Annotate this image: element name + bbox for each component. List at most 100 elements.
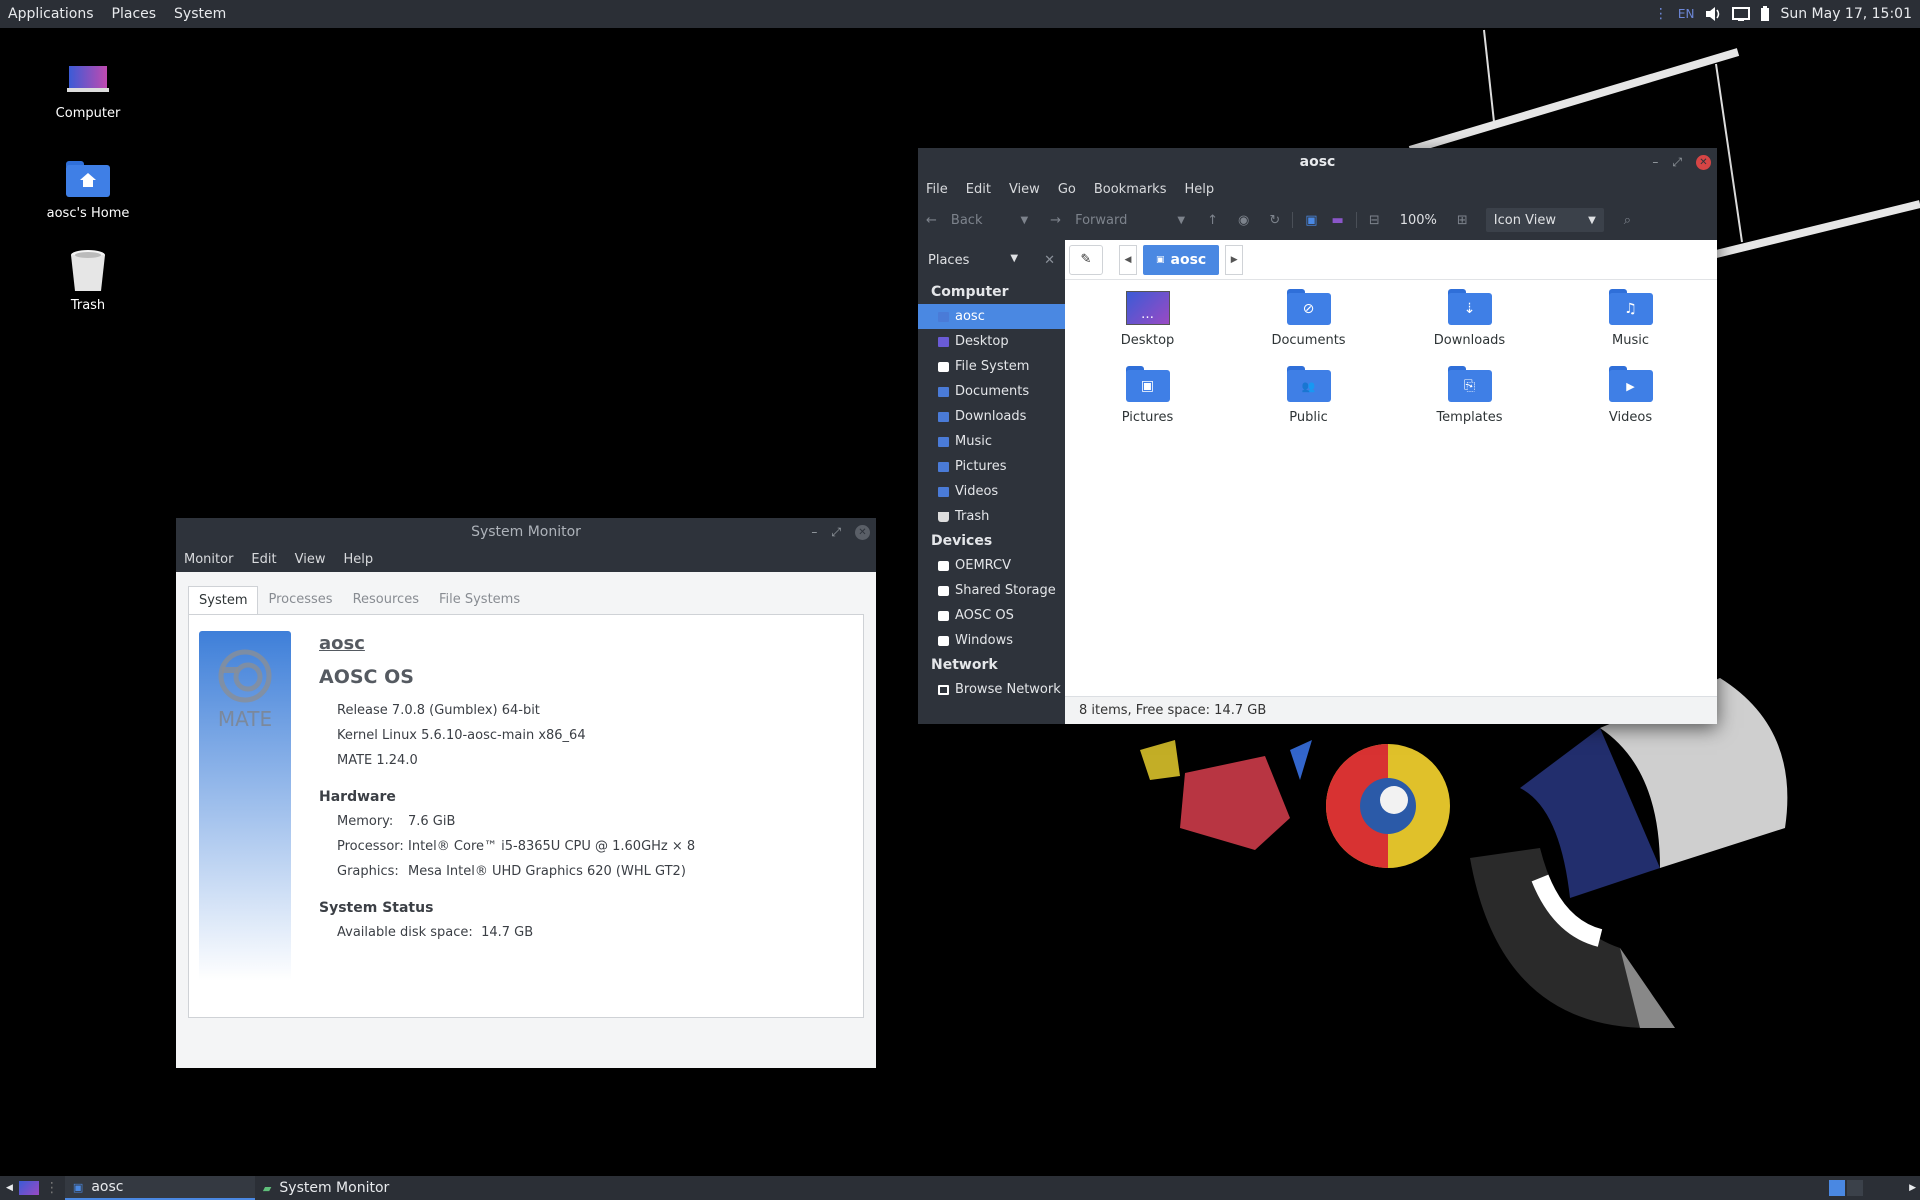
forward-history-chevron-icon[interactable]: ▼	[1177, 215, 1185, 226]
breadcrumb[interactable]: ▣ aosc	[1143, 244, 1220, 275]
taskbar-item-system-monitor[interactable]: ▰ System Monitor	[255, 1176, 445, 1200]
sidebar-item-aosc-os[interactable]: AOSC OS	[918, 603, 1065, 628]
file-manager-menubar: File Edit View Go Bookmarks Help	[918, 176, 1717, 202]
sidebar-item-downloads[interactable]: Downloads	[918, 404, 1065, 429]
sidebar-item-shared-storage[interactable]: Shared Storage	[918, 578, 1065, 603]
minimize-icon[interactable]: –	[811, 525, 817, 539]
system-monitor-icon: ▰	[262, 1181, 272, 1195]
sidebar-item-oemrcv[interactable]: OEMRCV	[918, 553, 1065, 578]
sidebar-item-label: File System	[955, 359, 1030, 374]
network-icon[interactable]	[1732, 6, 1751, 22]
menu-monitor[interactable]: Monitor	[184, 552, 233, 567]
zoom-out-icon[interactable]: ⊟	[1369, 213, 1380, 228]
file-manager-body: Places ▼ ✕ Computer aosc Desktop File Sy…	[918, 240, 1717, 724]
sidebar-item-music[interactable]: Music	[918, 429, 1065, 454]
computer-button-icon[interactable]: ▬	[1332, 213, 1344, 228]
sidebar-item-desktop[interactable]: Desktop	[918, 329, 1065, 354]
file-item-music[interactable]: ♫ Music	[1550, 285, 1711, 348]
sidebar-item-file-system[interactable]: File System	[918, 354, 1065, 379]
forward-button[interactable]: → Forward	[1050, 213, 1127, 228]
tab-system[interactable]: System	[188, 586, 259, 614]
maximize-icon[interactable]: ⤢	[831, 525, 841, 540]
menu-bookmarks[interactable]: Bookmarks	[1094, 182, 1167, 197]
menu-edit[interactable]: Edit	[251, 552, 276, 567]
system-status-heading: System Status	[319, 900, 434, 916]
file-item-downloads[interactable]: ⇣ Downloads	[1389, 285, 1550, 348]
close-icon[interactable]: ✕	[1696, 154, 1711, 170]
sidebar-item-label: Documents	[955, 384, 1030, 399]
scroll-left-icon[interactable]: ◀	[0, 1183, 19, 1193]
file-item-pictures[interactable]: ▣ Pictures	[1067, 362, 1228, 425]
menu-edit[interactable]: Edit	[966, 182, 991, 197]
search-icon[interactable]: ⌕	[1624, 213, 1631, 228]
menu-go[interactable]: Go	[1058, 182, 1076, 197]
file-item-documents[interactable]: ⊘ Documents	[1228, 285, 1389, 348]
sidebar-mode-chevron-icon[interactable]: ▼	[1010, 253, 1018, 268]
sidebar-item-browse-network[interactable]: Browse Network	[918, 677, 1065, 702]
workspace-2[interactable]	[1847, 1180, 1864, 1196]
menu-view[interactable]: View	[1009, 182, 1040, 197]
file-item-videos[interactable]: ▶ Videos	[1550, 362, 1711, 425]
system-monitor-titlebar[interactable]: System Monitor – ⤢ ✕	[176, 518, 876, 546]
templates-folder-icon: ⎘	[1447, 366, 1492, 402]
edit-location-button[interactable]: ✎	[1069, 244, 1103, 275]
reload-icon[interactable]: ↻	[1269, 213, 1280, 228]
maximize-icon[interactable]: ⤢	[1672, 155, 1682, 170]
system-menu[interactable]: System	[174, 6, 226, 22]
zoom-in-icon[interactable]: ⊞	[1457, 213, 1468, 228]
sidebar-item-aosc[interactable]: aosc	[918, 304, 1065, 329]
sidebar-item-documents[interactable]: Documents	[918, 379, 1065, 404]
stop-icon[interactable]: ◉	[1238, 213, 1249, 228]
tab-resources[interactable]: Resources	[343, 586, 429, 614]
processor-label: Processor:	[337, 839, 404, 854]
desktop-icon-computer[interactable]: Computer	[33, 58, 143, 121]
top-menus: Applications Places System	[8, 6, 226, 22]
show-desktop-icon[interactable]	[18, 1181, 39, 1195]
menu-help[interactable]: Help	[1184, 182, 1214, 197]
sidebar-item-trash[interactable]: Trash	[918, 504, 1065, 529]
file-item-label: Desktop	[1120, 333, 1175, 348]
sidebar-item-windows[interactable]: Windows	[918, 628, 1065, 653]
chevron-left-icon: ◀	[1124, 254, 1132, 265]
home-icon	[938, 311, 949, 322]
home-button-icon[interactable]: ▣	[1305, 213, 1317, 228]
back-arrow-icon: ←	[926, 212, 937, 228]
file-item-public[interactable]: 👥 Public	[1228, 362, 1389, 425]
desktop-icon-home[interactable]: aosc's Home	[33, 158, 143, 221]
workspace-1[interactable]	[1829, 1180, 1846, 1196]
back-history-chevron-icon[interactable]: ▼	[1020, 215, 1028, 226]
tab-processes[interactable]: Processes	[258, 586, 342, 614]
file-item-desktop[interactable]: … Desktop	[1067, 285, 1228, 348]
places-menu[interactable]: Places	[112, 6, 157, 22]
back-button[interactable]: ← Back	[926, 213, 982, 228]
clock[interactable]: Sun May 17, 15:01	[1780, 6, 1912, 22]
path-left-button[interactable]: ◀	[1119, 244, 1137, 275]
menu-help[interactable]: Help	[343, 552, 373, 567]
keyboard-layout-indicator[interactable]: EN	[1678, 7, 1695, 21]
sidebar-item-pictures[interactable]: Pictures	[918, 454, 1065, 479]
desktop-icon-trash[interactable]: Trash	[33, 250, 143, 313]
sidebar-close-icon[interactable]: ✕	[1044, 253, 1055, 268]
file-item-label: Templates	[1436, 410, 1503, 425]
desktop-icon-label: aosc's Home	[46, 206, 130, 221]
sidebar-item-videos[interactable]: Videos	[918, 479, 1065, 504]
file-item-templates[interactable]: ⎘ Templates	[1389, 362, 1550, 425]
volume-icon[interactable]	[1704, 6, 1722, 22]
tab-file-systems[interactable]: File Systems	[429, 586, 530, 614]
up-arrow-icon[interactable]: ↑	[1207, 213, 1218, 228]
toolbar-separator	[1355, 212, 1357, 228]
file-manager-titlebar[interactable]: aosc – ⤢ ✕	[918, 148, 1717, 176]
battery-icon[interactable]	[1760, 6, 1770, 22]
close-icon[interactable]: ✕	[855, 524, 870, 540]
path-right-button[interactable]: ▶	[1225, 244, 1244, 275]
taskbar-item-file-manager[interactable]: ▣ aosc	[64, 1176, 255, 1200]
scroll-right-icon[interactable]: ▶	[1905, 1183, 1920, 1193]
menu-view[interactable]: View	[295, 552, 326, 567]
forward-arrow-icon: →	[1050, 212, 1062, 228]
minimize-icon[interactable]: –	[1652, 155, 1658, 169]
window-title: System Monitor	[471, 524, 581, 540]
menu-file[interactable]: File	[926, 182, 948, 197]
workspace-switcher[interactable]	[1829, 1180, 1864, 1196]
view-mode-select[interactable]: Icon View ▼	[1485, 208, 1604, 232]
applications-menu[interactable]: Applications	[8, 6, 94, 22]
